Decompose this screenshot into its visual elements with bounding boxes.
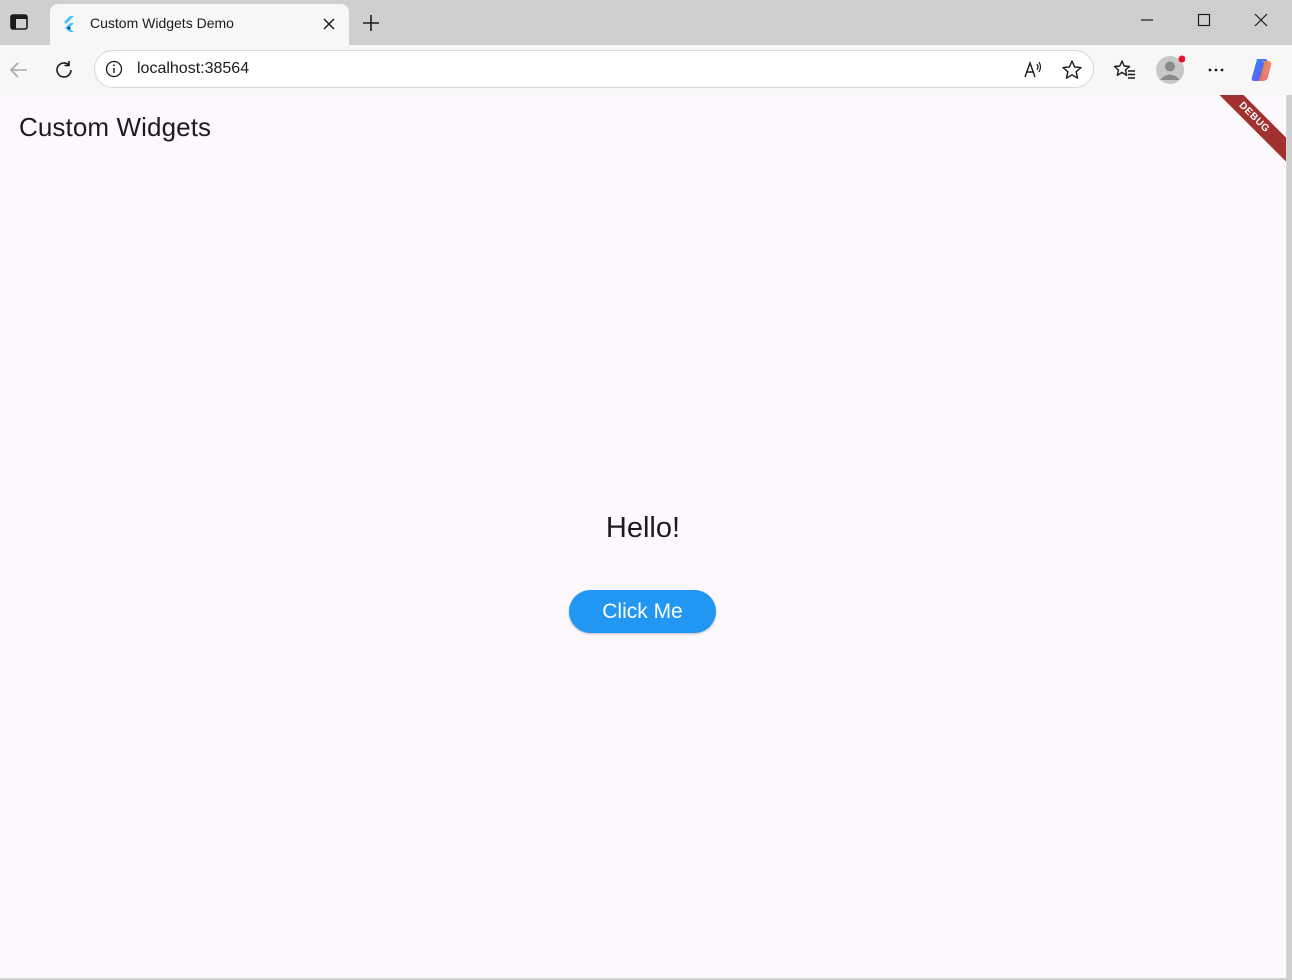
close-window-icon[interactable] — [1233, 0, 1289, 40]
minimize-icon[interactable] — [1119, 0, 1175, 40]
tab-actions-icon[interactable] — [4, 6, 34, 38]
debug-banner: DEBUG — [1205, 95, 1286, 166]
read-aloud-icon[interactable] — [1019, 56, 1047, 84]
plus-icon[interactable] — [356, 8, 386, 38]
browser-toolbar: localhost:38564 — [0, 45, 1292, 95]
close-icon[interactable] — [319, 14, 339, 34]
browser-tab[interactable]: Custom Widgets Demo — [50, 4, 349, 45]
click-me-button[interactable]: Click Me — [569, 590, 716, 633]
tab-strip: Custom Widgets Demo — [0, 0, 1292, 45]
page-viewport: Custom Widgets DEBUG Hello! Click Me — [0, 95, 1287, 979]
star-icon[interactable] — [1058, 56, 1086, 84]
refresh-icon[interactable] — [48, 54, 80, 86]
app-bar-title: Custom Widgets — [19, 112, 212, 142]
profile-icon[interactable] — [1154, 54, 1186, 86]
back-arrow-icon[interactable] — [3, 54, 35, 86]
greeting-text: Hello! — [605, 512, 681, 544]
maximize-icon[interactable] — [1176, 0, 1232, 40]
flutter-logo-icon — [60, 15, 78, 33]
tab-title: Custom Widgets Demo — [90, 15, 234, 31]
address-bar[interactable]: localhost:38564 — [94, 50, 1094, 88]
more-icon[interactable] — [1200, 54, 1232, 86]
favorites-icon[interactable] — [1109, 54, 1141, 86]
info-icon[interactable] — [104, 59, 124, 79]
url-text[interactable]: localhost:38564 — [137, 60, 249, 78]
copilot-icon[interactable] — [1246, 54, 1278, 86]
